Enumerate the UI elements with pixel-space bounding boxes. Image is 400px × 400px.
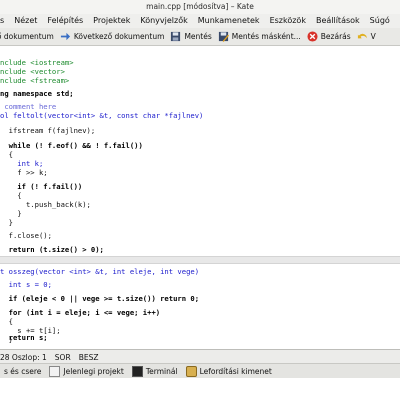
build-icon: [185, 365, 197, 377]
build-output-tab[interactable]: Lefordítási kimenet: [182, 365, 276, 377]
code-line: return (t.size() > 0);: [0, 245, 104, 254]
code-line: ifstream f(fajlnev);: [0, 126, 96, 135]
code-line: int s = 0;: [0, 280, 52, 289]
code-line: if (eleje < 0 || vege >= t.size()) retur…: [0, 294, 200, 303]
code-line: t.push_back(k);: [0, 200, 91, 209]
menu-beallitasok[interactable]: Beállítások: [303, 14, 365, 28]
code-line: int k;: [0, 159, 44, 168]
menu-bar: tés Nézet Felépítés Projektek Könyvjelző…: [0, 14, 400, 28]
search-replace-label: s és csere: [4, 366, 42, 376]
code-line: }: [0, 209, 22, 218]
cursor-position: 28 Oszlop: 1: [0, 352, 47, 362]
window-title: main.cpp [módosítva] – Kate: [0, 0, 400, 14]
close-label: Bezárás: [320, 32, 351, 41]
save-label: Mentés: [184, 32, 212, 41]
floppy-save-icon: [171, 31, 181, 42]
code-comment: comment here: [0, 102, 57, 111]
code-line: {: [0, 150, 13, 159]
menu-munkamenetek[interactable]: Munkamenetek: [185, 14, 265, 28]
code-line: t osszeg(vector <int> &t, int eleje, int…: [0, 267, 200, 276]
code-line: ng namespace std;: [0, 89, 74, 98]
search-replace-tab[interactable]: s és csere: [0, 367, 45, 376]
save-as-icon: [218, 31, 229, 42]
background: [0, 378, 400, 400]
arrow-right-icon: [60, 32, 70, 41]
next-document-label: Következő dokumentum: [73, 32, 165, 41]
code-line: return s;: [0, 333, 48, 342]
terminal-label: Terminál: [145, 366, 178, 376]
main-toolbar: ző dokumentum Következő dokumentum Menté…: [0, 28, 400, 46]
code-line: {: [0, 317, 13, 326]
code-line: nclude <fstream>: [0, 76, 70, 85]
selection-mode[interactable]: SOR: [55, 353, 71, 362]
save-button[interactable]: Mentés: [167, 28, 214, 45]
current-project-label: Jelenlegi projekt: [63, 366, 124, 376]
code-line: f >> k;: [0, 168, 48, 177]
status-bar: 28 Oszlop: 1 SOR BESZ: [0, 349, 400, 364]
next-document-button[interactable]: Következő dokumentum: [57, 28, 168, 45]
code-line: ol feltolt(vector<int> &t, const char *f…: [0, 111, 204, 120]
line-separator: [0, 256, 400, 264]
close-button[interactable]: Bezárás: [304, 28, 354, 45]
prev-document-button[interactable]: ző dokumentum: [0, 28, 57, 45]
code-line: while (! f.eof() && ! f.fail()): [0, 141, 143, 150]
terminal-icon: [131, 365, 143, 377]
current-project-tab[interactable]: Jelenlegi projekt: [45, 365, 127, 377]
undo-icon: [357, 33, 367, 39]
undo-button[interactable]: V: [354, 28, 379, 45]
insert-mode[interactable]: BESZ: [79, 353, 99, 362]
save-as-label: Mentés másként...: [231, 32, 301, 41]
prev-document-label: ző dokumentum: [0, 32, 54, 41]
close-icon: [307, 31, 318, 42]
code-line: {: [0, 191, 22, 200]
save-as-button[interactable]: Mentés másként...: [215, 28, 304, 45]
code-line: nclude <vector>: [0, 67, 65, 76]
code-line: if (! f.fail()): [0, 182, 83, 191]
code-line: }: [0, 218, 13, 227]
code-editor[interactable]: nclude <iostream> nclude <vector> nclude…: [0, 58, 400, 348]
code-line: for (int i = eleje; i <= vege; i++): [0, 308, 161, 317]
undo-label: V: [370, 32, 376, 41]
menu-sugo[interactable]: Súgó: [357, 14, 395, 28]
tool-view-bar: s és csere Jelenlegi projekt Terminál Le…: [0, 363, 400, 378]
code-line: nclude <iostream>: [0, 58, 74, 67]
build-output-label: Lefordítási kimenet: [199, 366, 272, 376]
document-icon: [49, 365, 61, 377]
terminal-tab[interactable]: Terminál: [128, 365, 182, 377]
code-line: f.close();: [0, 231, 52, 240]
menu-konyvjelzok[interactable]: Könyvjelzők: [127, 14, 192, 28]
